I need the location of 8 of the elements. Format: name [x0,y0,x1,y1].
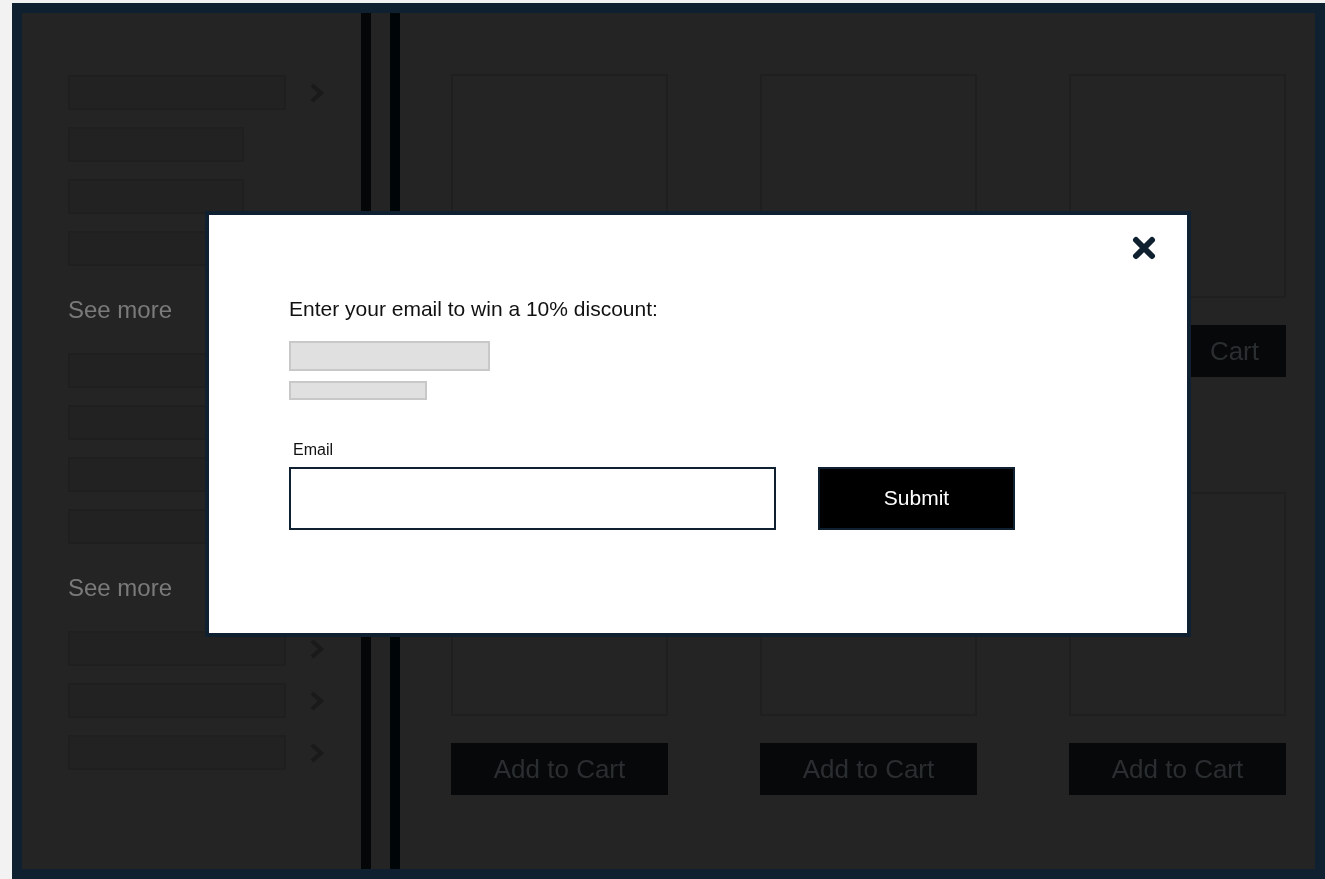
email-field[interactable] [289,466,776,530]
email-label: Email [293,439,334,460]
see-more-link[interactable]: See more [68,291,173,328]
dialog-prompt: Enter your email to win a 10% discount: [289,296,659,322]
close-button[interactable] [1131,235,1157,261]
see-more-link[interactable]: See more [68,569,173,606]
submit-button[interactable]: Submit [818,466,1015,530]
close-icon [1132,236,1156,260]
